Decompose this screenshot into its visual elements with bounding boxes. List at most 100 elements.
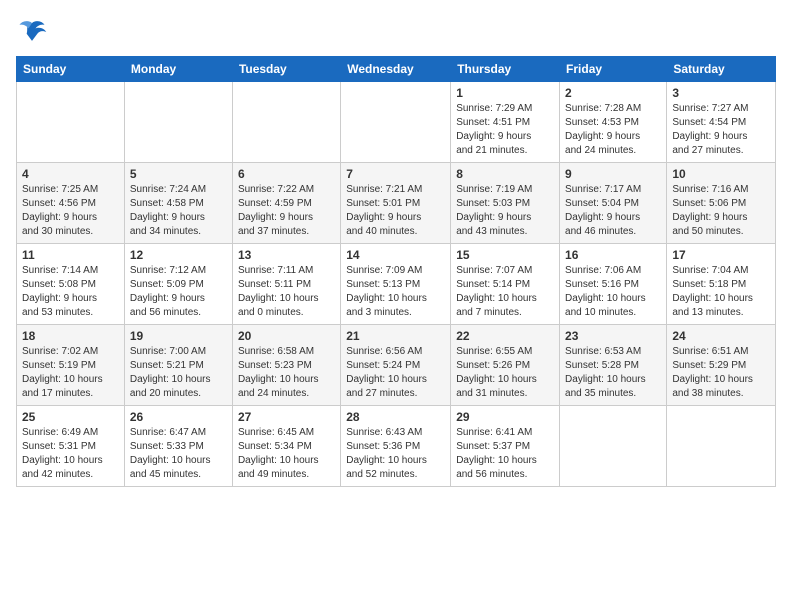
calendar-cell: 12Sunrise: 7:12 AMSunset: 5:09 PMDayligh… (124, 244, 232, 325)
calendar-cell (232, 82, 340, 163)
calendar-cell: 26 Sunrise: 6:47 AMSunset: 5:33 PMDayligh… (124, 406, 232, 487)
calendar-cell (341, 82, 451, 163)
calendar-cell: 24 Sunrise: 6:51 AMSunset: 5:29 PMDayligh… (667, 325, 776, 406)
day-info: Sunrise: 7:02 AMSunset: 5:19 PMDaylight:… (22, 345, 119, 401)
day-info: Sunrise: 7:22 AMSunset: 4:59 PMDaylight:… (238, 183, 335, 239)
day-number: 29 (456, 410, 554, 424)
day-info: Sunrise: 6:55 AMSunset: 5:26 PMDaylight:… (456, 345, 554, 401)
day-info: Sunrise: 6:41 AMSunset: 5:37 PMDaylight:… (456, 426, 554, 482)
calendar-cell: 3 Sunrise: 7:27 AMSunset: 4:54 PMDaylight… (667, 82, 776, 163)
day-number: 5 (130, 167, 227, 181)
day-info: Sunrise: 7:14 AMSunset: 5:08 PMDaylight:… (22, 264, 119, 320)
day-number: 9 (565, 167, 661, 181)
calendar-cell: 18 Sunrise: 7:02 AMSunset: 5:19 PMDayligh… (17, 325, 125, 406)
day-number: 22 (456, 329, 554, 343)
day-info: Sunrise: 7:09 AMSunset: 5:13 PMDaylight:… (346, 264, 445, 320)
day-number: 7 (346, 167, 445, 181)
day-number: 6 (238, 167, 335, 181)
day-info: Sunrise: 7:04 AMSunset: 5:18 PMDaylight:… (672, 264, 770, 320)
day-number: 19 (130, 329, 227, 343)
calendar-cell: 29 Sunrise: 6:41 AMSunset: 5:37 PMDayligh… (451, 406, 560, 487)
day-number: 26 (130, 410, 227, 424)
day-info: Sunrise: 6:56 AMSunset: 5:24 PMDaylight:… (346, 345, 445, 401)
day-info: Sunrise: 7:12 AMSunset: 5:09 PMDaylight:… (130, 264, 227, 320)
calendar-cell (667, 406, 776, 487)
calendar-cell: 8 Sunrise: 7:19 AMSunset: 5:03 PMDaylight… (451, 163, 560, 244)
calendar-cell: 19 Sunrise: 7:00 AMSunset: 5:21 PMDayligh… (124, 325, 232, 406)
calendar-cell (560, 406, 667, 487)
day-info: Sunrise: 6:58 AMSunset: 5:23 PMDaylight:… (238, 345, 335, 401)
day-number: 4 (22, 167, 119, 181)
day-number: 14 (346, 248, 445, 262)
logo (16, 16, 52, 48)
day-info: Sunrise: 7:17 AMSunset: 5:04 PMDaylight:… (565, 183, 661, 239)
day-info: Sunrise: 6:45 AMSunset: 5:34 PMDaylight:… (238, 426, 335, 482)
calendar-cell (124, 82, 232, 163)
day-info: Sunrise: 7:07 AMSunset: 5:14 PMDaylight:… (456, 264, 554, 320)
day-info: Sunrise: 6:53 AMSunset: 5:28 PMDaylight:… (565, 345, 661, 401)
weekday-header-monday: Monday (124, 57, 232, 82)
day-info: Sunrise: 7:27 AMSunset: 4:54 PMDaylight:… (672, 102, 770, 158)
day-number: 17 (672, 248, 770, 262)
day-number: 18 (22, 329, 119, 343)
weekday-header-thursday: Thursday (451, 57, 560, 82)
day-info: Sunrise: 7:00 AMSunset: 5:21 PMDaylight:… (130, 345, 227, 401)
day-info: Sunrise: 7:25 AMSunset: 4:56 PMDaylight:… (22, 183, 119, 239)
calendar-cell: 4 Sunrise: 7:25 AMSunset: 4:56 PMDaylight… (17, 163, 125, 244)
day-info: Sunrise: 7:24 AMSunset: 4:58 PMDaylight:… (130, 183, 227, 239)
calendar-cell: 15 Sunrise: 7:07 AMSunset: 5:14 PMDayligh… (451, 244, 560, 325)
calendar-cell: 13 Sunrise: 7:11 AMSunset: 5:11 PMDayligh… (232, 244, 340, 325)
day-number: 10 (672, 167, 770, 181)
day-info: Sunrise: 7:11 AMSunset: 5:11 PMDaylight:… (238, 264, 335, 320)
day-number: 24 (672, 329, 770, 343)
logo-icon (16, 16, 48, 48)
calendar-cell: 6 Sunrise: 7:22 AMSunset: 4:59 PMDaylight… (232, 163, 340, 244)
day-info: Sunrise: 6:49 AMSunset: 5:31 PMDaylight:… (22, 426, 119, 482)
day-info: Sunrise: 6:43 AMSunset: 5:36 PMDaylight:… (346, 426, 445, 482)
day-number: 28 (346, 410, 445, 424)
weekday-header-saturday: Saturday (667, 57, 776, 82)
day-number: 3 (672, 86, 770, 100)
day-number: 2 (565, 86, 661, 100)
calendar-cell: 20 Sunrise: 6:58 AMSunset: 5:23 PMDayligh… (232, 325, 340, 406)
calendar-cell: 2 Sunrise: 7:28 AMSunset: 4:53 PMDaylight… (560, 82, 667, 163)
weekday-header-tuesday: Tuesday (232, 57, 340, 82)
calendar-cell: 17 Sunrise: 7:04 AMSunset: 5:18 PMDayligh… (667, 244, 776, 325)
weekday-header-wednesday: Wednesday (341, 57, 451, 82)
day-number: 16 (565, 248, 661, 262)
calendar-cell: 5 Sunrise: 7:24 AMSunset: 4:58 PMDaylight… (124, 163, 232, 244)
day-number: 21 (346, 329, 445, 343)
weekday-header-sunday: Sunday (17, 57, 125, 82)
day-number: 1 (456, 86, 554, 100)
day-info: Sunrise: 7:16 AMSunset: 5:06 PMDaylight:… (672, 183, 770, 239)
calendar-cell: 21 Sunrise: 6:56 AMSunset: 5:24 PMDayligh… (341, 325, 451, 406)
calendar-cell: 16 Sunrise: 7:06 AMSunset: 5:16 PMDayligh… (560, 244, 667, 325)
day-number: 15 (456, 248, 554, 262)
calendar-cell: 14 Sunrise: 7:09 AMSunset: 5:13 PMDayligh… (341, 244, 451, 325)
day-info: Sunrise: 6:47 AMSunset: 5:33 PMDaylight:… (130, 426, 227, 482)
day-info: Sunrise: 7:29 AMSunset: 4:51 PMDaylight:… (456, 102, 554, 158)
day-info: Sunrise: 7:28 AMSunset: 4:53 PMDaylight:… (565, 102, 661, 158)
calendar-cell: 23 Sunrise: 6:53 AMSunset: 5:28 PMDayligh… (560, 325, 667, 406)
calendar-cell: 1 Sunrise: 7:29 AMSunset: 4:51 PMDaylight… (451, 82, 560, 163)
calendar-cell (17, 82, 125, 163)
calendar-cell: 9 Sunrise: 7:17 AMSunset: 5:04 PMDaylight… (560, 163, 667, 244)
calendar-cell: 22 Sunrise: 6:55 AMSunset: 5:26 PMDayligh… (451, 325, 560, 406)
calendar-cell: 25 Sunrise: 6:49 AMSunset: 5:31 PMDayligh… (17, 406, 125, 487)
day-number: 23 (565, 329, 661, 343)
day-info: Sunrise: 7:19 AMSunset: 5:03 PMDaylight:… (456, 183, 554, 239)
weekday-header-friday: Friday (560, 57, 667, 82)
calendar-cell: 10 Sunrise: 7:16 AMSunset: 5:06 PMDayligh… (667, 163, 776, 244)
day-info: Sunrise: 7:06 AMSunset: 5:16 PMDaylight:… (565, 264, 661, 320)
calendar-table: SundayMondayTuesdayWednesdayThursdayFrid… (16, 56, 776, 487)
day-number: 13 (238, 248, 335, 262)
day-number: 11 (22, 248, 119, 262)
page-header (16, 16, 776, 48)
day-number: 27 (238, 410, 335, 424)
calendar-cell: 7Sunrise: 7:21 AMSunset: 5:01 PMDaylight… (341, 163, 451, 244)
day-number: 20 (238, 329, 335, 343)
day-info: Sunrise: 6:51 AMSunset: 5:29 PMDaylight:… (672, 345, 770, 401)
calendar-cell: 11 Sunrise: 7:14 AMSunset: 5:08 PMDayligh… (17, 244, 125, 325)
day-number: 25 (22, 410, 119, 424)
day-number: 8 (456, 167, 554, 181)
